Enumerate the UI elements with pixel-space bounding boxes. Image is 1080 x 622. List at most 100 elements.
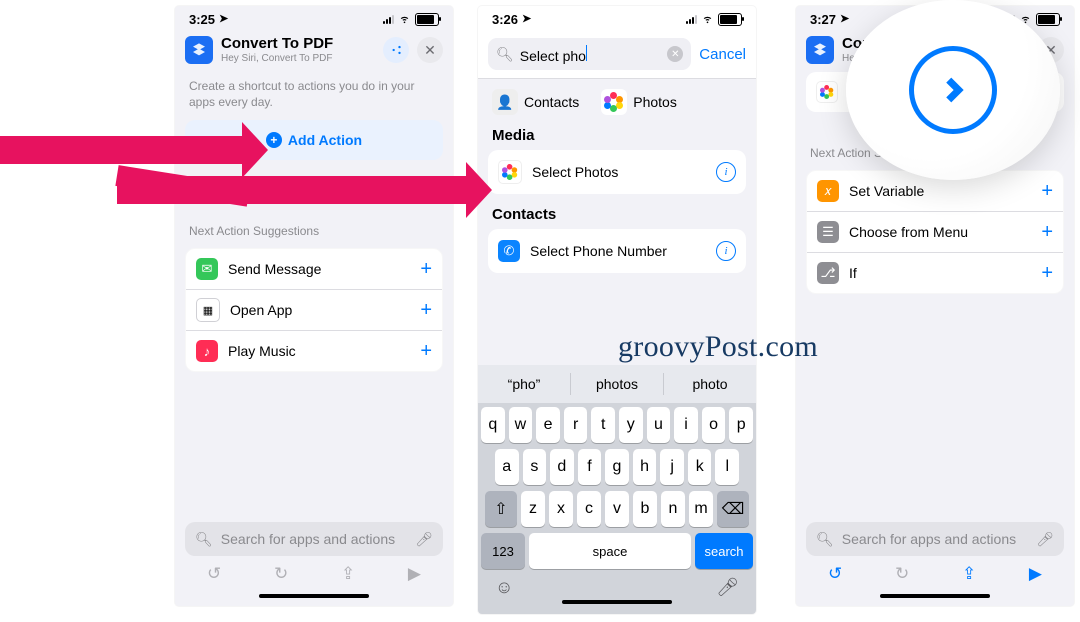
add-icon[interactable]: + — [420, 299, 432, 322]
photos-icon — [816, 81, 838, 103]
key-q[interactable]: q — [481, 407, 505, 443]
shift-key[interactable]: ⇧ — [485, 491, 517, 527]
apps-grid-icon: ▦ — [196, 298, 220, 322]
key-r[interactable]: r — [564, 407, 588, 443]
key-h[interactable]: h — [633, 449, 657, 485]
close-button[interactable]: ✕ — [417, 37, 443, 63]
key-j[interactable]: j — [660, 449, 684, 485]
list-item[interactable]: ✆ Select Phone Number i — [488, 229, 746, 273]
search-input[interactable]: 🔍︎ Select pho ✕ — [488, 38, 691, 70]
key-b[interactable]: b — [633, 491, 657, 527]
key-x[interactable]: x — [549, 491, 573, 527]
key-i[interactable]: i — [674, 407, 698, 443]
header: Convert To PDF Hey Siri, Convert To PDF … — [175, 32, 453, 72]
key-s[interactable]: s — [523, 449, 547, 485]
cell-signal-icon — [686, 14, 697, 24]
space-key[interactable]: space — [529, 533, 691, 569]
list-item-label: Send Message — [228, 261, 410, 277]
plus-circle-icon: + — [266, 132, 282, 148]
keyboard[interactable]: “pho” photos photo qwertyuiop asdfghjkl … — [478, 365, 756, 614]
keyboard-suggestions: “pho” photos photo — [478, 365, 756, 403]
list-item[interactable]: ⎇ If + — [807, 252, 1063, 293]
screen-2: 3:26➤ 🔍︎ Select pho ✕ Cancel 👤 Contacts — [478, 6, 756, 614]
home-indicator[interactable] — [880, 594, 990, 598]
dictate-key[interactable]: 🎤︎ — [716, 577, 739, 598]
play-icon[interactable]: ▶ — [1029, 564, 1042, 584]
suggestions-list: 𝑥 Set Variable + ☰ Choose from Menu + ⎇ … — [806, 170, 1064, 294]
contacts-icon: 👤 — [492, 89, 518, 115]
expand-chevron-icon — [909, 46, 997, 134]
add-icon[interactable]: + — [420, 340, 432, 363]
undo-icon[interactable]: ↺ — [828, 564, 842, 584]
add-icon[interactable]: + — [1041, 221, 1053, 244]
chip-label: Contacts — [524, 94, 579, 110]
dictate-icon[interactable]: 🎤︎ — [1036, 531, 1054, 548]
list-item[interactable]: Select Photos i — [488, 150, 746, 194]
suggestions-list: ✉︎ Send Message + ▦ Open App + ♪ Play Mu… — [185, 248, 443, 372]
chip-contacts[interactable]: 👤 Contacts — [492, 89, 579, 115]
info-icon[interactable]: i — [716, 241, 736, 261]
key-z[interactable]: z — [521, 491, 545, 527]
screen-1: 3:25➤ Convert To PDF Hey Siri, Convert T… — [175, 6, 453, 606]
search-key[interactable]: search — [695, 533, 753, 569]
clock: 3:25 — [189, 12, 215, 27]
suggestion[interactable]: “pho” — [478, 365, 570, 403]
share-icon[interactable]: ⇪ — [962, 564, 976, 584]
contacts-list: ✆ Select Phone Number i — [488, 229, 746, 273]
search-field[interactable]: 🔍︎ Search for apps and actions 🎤︎ — [185, 522, 443, 556]
list-item[interactable]: ♪ Play Music + — [186, 330, 442, 371]
suggestions-title: Next Action Suggestions — [185, 218, 443, 238]
add-icon[interactable]: + — [420, 258, 432, 281]
search-placeholder: Search for apps and actions — [221, 531, 407, 547]
chip-photos[interactable]: Photos — [601, 89, 677, 115]
home-indicator[interactable] — [562, 600, 672, 604]
key-o[interactable]: o — [702, 407, 726, 443]
info-icon[interactable]: i — [716, 162, 736, 182]
zoom-callout — [846, 0, 1060, 180]
undo-icon[interactable]: ↺ — [207, 564, 221, 584]
key-m[interactable]: m — [689, 491, 713, 527]
list-item[interactable]: ☰ Choose from Menu + — [807, 211, 1063, 252]
key-y[interactable]: y — [619, 407, 643, 443]
backspace-key[interactable]: ⌫ — [717, 491, 749, 527]
key-l[interactable]: l — [715, 449, 739, 485]
key-f[interactable]: f — [578, 449, 602, 485]
list-item[interactable]: ✉︎ Send Message + — [186, 249, 442, 289]
key-g[interactable]: g — [605, 449, 629, 485]
battery-icon — [1036, 13, 1060, 26]
numbers-key[interactable]: 123 — [481, 533, 525, 569]
key-n[interactable]: n — [661, 491, 685, 527]
clock: 3:27 — [810, 12, 836, 27]
key-w[interactable]: w — [509, 407, 533, 443]
suggestion[interactable]: photos — [571, 365, 663, 403]
chip-label: Photos — [633, 94, 677, 110]
clear-icon[interactable]: ✕ — [667, 46, 683, 62]
suggestion[interactable]: photo — [664, 365, 756, 403]
settings-button[interactable] — [383, 37, 409, 63]
kb-row-2: asdfghjkl — [481, 449, 753, 485]
key-a[interactable]: a — [495, 449, 519, 485]
home-indicator[interactable] — [259, 594, 369, 598]
key-c[interactable]: c — [577, 491, 601, 527]
key-t[interactable]: t — [591, 407, 615, 443]
add-icon[interactable]: + — [1041, 262, 1053, 285]
page-subtitle: Hey Siri, Convert To PDF — [221, 53, 375, 64]
list-item[interactable]: ▦ Open App + — [186, 289, 442, 330]
key-d[interactable]: d — [550, 449, 574, 485]
search-icon: 🔍︎ — [496, 46, 514, 63]
add-icon[interactable]: + — [1041, 180, 1053, 203]
redo-icon[interactable]: ↻ — [274, 564, 288, 584]
dictate-icon[interactable]: 🎤︎ — [415, 531, 433, 548]
key-p[interactable]: p — [729, 407, 753, 443]
search-field[interactable]: 🔍︎ Search for apps and actions 🎤︎ — [806, 522, 1064, 556]
status-bar: 3:26➤ — [478, 6, 756, 32]
play-icon[interactable]: ▶ — [408, 564, 421, 584]
key-u[interactable]: u — [647, 407, 671, 443]
redo-icon[interactable]: ↻ — [895, 564, 909, 584]
key-e[interactable]: e — [536, 407, 560, 443]
key-v[interactable]: v — [605, 491, 629, 527]
share-icon[interactable]: ⇪ — [341, 564, 355, 584]
cancel-button[interactable]: Cancel — [699, 46, 746, 63]
key-k[interactable]: k — [688, 449, 712, 485]
emoji-key[interactable]: ☺ — [495, 577, 513, 598]
